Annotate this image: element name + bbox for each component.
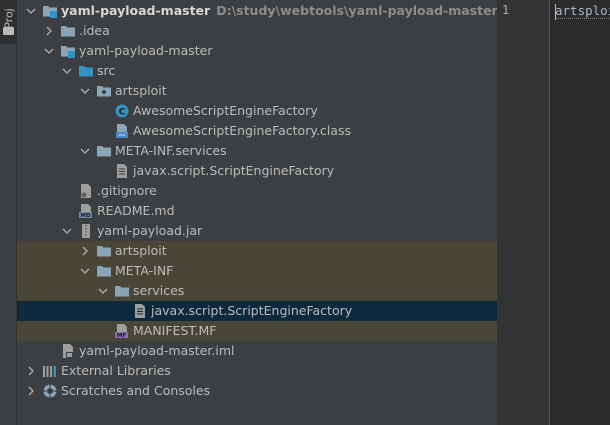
chevron-down-icon[interactable] <box>26 1 36 21</box>
tree-row-factory-java[interactable]: C AwesomeScriptEngineFactory <box>17 101 497 121</box>
iml-label: yaml-payload-master.iml <box>79 343 235 358</box>
factory-java-label: AwesomeScriptEngineFactory <box>133 103 318 118</box>
tree-row-scratches[interactable]: Scratches and Consoles <box>17 381 497 401</box>
folder-icon <box>114 283 130 299</box>
class-file-icon <box>114 123 130 139</box>
tree-row-jar-services[interactable]: services <box>17 281 497 301</box>
tree-row-jar-meta-inf[interactable]: META-INF <box>17 261 497 281</box>
tree-row-artsploit[interactable]: artsploit <box>17 81 497 101</box>
text-file-icon <box>114 163 130 179</box>
chevron-right-icon[interactable] <box>26 381 36 401</box>
jar-artsploit-label: artsploit <box>115 243 167 258</box>
tree-row-gitignore[interactable]: .gitignore <box>17 181 497 201</box>
tree-row-readme[interactable]: MD README.md <box>17 201 497 221</box>
module-folder-label: yaml-payload-master <box>79 43 213 58</box>
tree-row-manifest[interactable]: MF MANIFEST.MF <box>17 321 497 341</box>
jar-service-file-label: javax.script.ScriptEngineFactory <box>151 303 353 318</box>
svg-text:C: C <box>119 108 126 118</box>
root-folder-name: yaml-payload-master <box>61 3 211 18</box>
chevron-right-icon[interactable] <box>80 241 90 261</box>
folder-icon <box>3 27 14 35</box>
tree-row-external-libraries[interactable]: External Libraries <box>17 361 497 381</box>
folder-icon <box>96 263 112 279</box>
tree-row-idea[interactable]: .idea <box>17 21 497 41</box>
folder-icon <box>60 23 76 39</box>
editor-pane[interactable]: artsploit <box>551 0 610 425</box>
tree-row-src[interactable]: src <box>17 61 497 81</box>
manifest-file-icon: MF <box>114 323 130 339</box>
folder-icon <box>96 143 112 159</box>
scratches-label: Scratches and Consoles <box>61 383 211 398</box>
artsploit-package-label: artsploit <box>115 83 167 98</box>
jar-services-label: services <box>133 283 185 298</box>
external-libraries-label: External Libraries <box>61 363 171 378</box>
jar-archive-icon <box>78 223 94 239</box>
ignore-file-icon <box>78 183 94 199</box>
tree-row-module[interactable]: yaml-payload-master <box>17 41 497 61</box>
editor-gutter: 1 <box>497 0 550 425</box>
source-folder-icon <box>78 63 94 79</box>
code-line-text[interactable]: artsploit <box>555 3 610 19</box>
markdown-file-icon: MD <box>78 203 94 219</box>
text-file-icon <box>132 303 148 319</box>
chevron-down-icon[interactable] <box>80 261 90 281</box>
readme-label: README.md <box>97 203 175 218</box>
java-class-icon: C <box>114 103 130 119</box>
svg-text:MF: MF <box>117 333 126 339</box>
meta-services-label: META-INF.services <box>115 143 227 158</box>
module-folder-icon <box>42 3 58 19</box>
scratches-icon <box>42 383 58 399</box>
tree-row-jar-service-file[interactable]: javax.script.ScriptEngineFactory <box>17 301 497 321</box>
manifest-label: MANIFEST.MF <box>133 323 217 338</box>
chevron-down-icon[interactable] <box>98 281 108 301</box>
tree-row-jar-artsploit[interactable]: artsploit <box>17 241 497 261</box>
tool-window-strip: Proj <box>0 0 17 425</box>
chevron-down-icon[interactable] <box>80 81 90 101</box>
tree-row-meta-services[interactable]: META-INF.services <box>17 141 497 161</box>
folder-icon <box>96 243 112 259</box>
tree-row-root[interactable]: yaml-payload-master D:\study\webtools\yam… <box>17 1 497 21</box>
svg-text:MD: MD <box>80 213 90 219</box>
chevron-down-icon[interactable] <box>80 141 90 161</box>
idea-folder-label: .idea <box>79 23 110 38</box>
project-tool-tab[interactable]: Proj <box>0 0 17 44</box>
project-tree: yaml-payload-master D:\study\webtools\yam… <box>17 0 497 425</box>
chevron-right-icon[interactable] <box>44 21 54 41</box>
jar-meta-inf-label: META-INF <box>115 263 174 278</box>
tree-row-service-file[interactable]: javax.script.ScriptEngineFactory <box>17 161 497 181</box>
module-folder-icon <box>60 43 76 59</box>
chevron-down-icon[interactable] <box>62 221 72 241</box>
jar-label: yaml-payload.jar <box>97 223 203 238</box>
gitignore-label: .gitignore <box>97 183 157 198</box>
line-number: 1 <box>502 3 510 17</box>
tree-row-jar[interactable]: yaml-payload.jar <box>17 221 497 241</box>
tree-row-iml[interactable]: yaml-payload-master.iml <box>17 341 497 361</box>
tree-row-factory-class[interactable]: AwesomeScriptEngineFactory.class <box>17 121 497 141</box>
chevron-right-icon[interactable] <box>26 361 36 381</box>
chevron-down-icon[interactable] <box>44 41 54 61</box>
iml-file-icon <box>60 343 76 359</box>
service-file-label: javax.script.ScriptEngineFactory <box>133 163 335 178</box>
root-folder-path: D:\study\webtools\yaml-payload-master <box>216 3 497 18</box>
chevron-down-icon[interactable] <box>62 61 72 81</box>
package-icon <box>96 83 112 99</box>
factory-class-label: AwesomeScriptEngineFactory.class <box>133 123 351 138</box>
text-caret <box>555 4 556 20</box>
src-folder-label: src <box>97 63 116 78</box>
libraries-icon <box>42 363 58 379</box>
